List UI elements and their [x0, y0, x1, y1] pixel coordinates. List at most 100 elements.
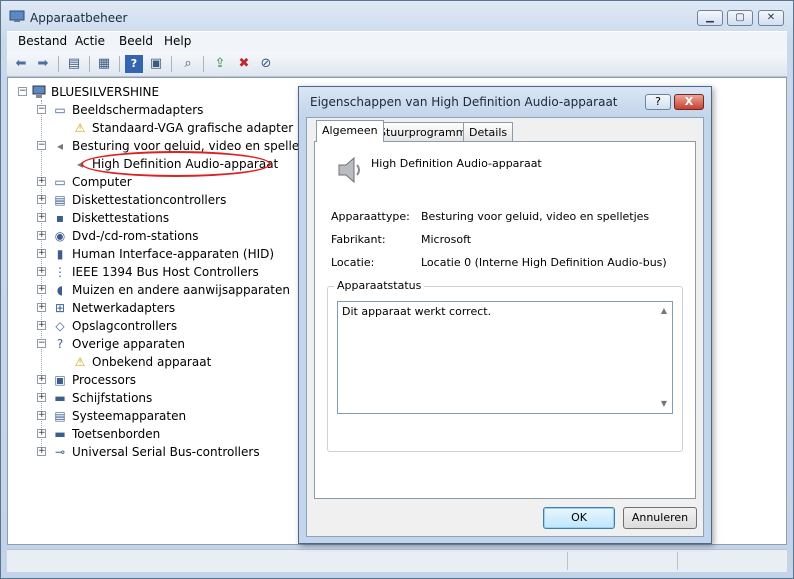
tree-item-label: Diskettestationcontrollers [72, 193, 227, 207]
tree-item-label: Dvd-/cd-rom-stations [72, 229, 199, 243]
tree-item-label: Processors [72, 373, 137, 387]
menu-bestand[interactable]: Bestand [18, 34, 67, 48]
collapse-icon[interactable]: − [37, 141, 46, 150]
status-textbox[interactable]: Dit apparaat werkt correct. ▲ ▼ [337, 301, 673, 414]
properties-dialog: Eigenschappen van High Definition Audio-… [298, 86, 712, 544]
menu-help[interactable]: Help [164, 34, 191, 48]
tree-item-label: IEEE 1394 Bus Host Controllers [72, 265, 259, 279]
expand-icon[interactable]: + [37, 411, 46, 420]
uninstall-icon[interactable]: ✖ [235, 55, 253, 73]
toolbar: ⬅ ➡ ▤ ▦ ? ▣ ⌕ ⇪ ✖ ⊘ [7, 52, 787, 77]
floppy-icon: ▪ [55, 211, 65, 225]
tree-item-label: Overige apparaten [72, 337, 185, 351]
toolbar-separator [58, 56, 59, 72]
scan-hardware-icon[interactable]: ⌕ [179, 55, 197, 73]
speaker-icon: ◂ [76, 157, 84, 171]
status-group-label: Apparaatstatus [334, 279, 425, 292]
other-devices-icon: ? [56, 337, 64, 351]
tree-line [41, 100, 42, 456]
expand-icon[interactable]: + [37, 321, 46, 330]
expand-icon[interactable]: + [37, 429, 46, 438]
tree-item-label: Standaard-VGA grafische adapter [92, 121, 294, 135]
tree-item-label: Toetsenborden [72, 427, 161, 441]
tree-item-label: Schijfstations [72, 391, 153, 405]
expand-icon[interactable]: + [37, 285, 46, 294]
tree-item-label: Universal Serial Bus-controllers [72, 445, 260, 459]
tree-item-label: Beeldschermadapters [72, 103, 204, 117]
expand-icon[interactable]: + [37, 393, 46, 402]
help-icon[interactable]: ? [125, 55, 143, 73]
ieee-icon: ⋮ [54, 265, 66, 279]
device-manager-icon [9, 10, 25, 22]
speaker-icon: ◂ [56, 139, 64, 153]
tree-item-label: Human Interface-apparaten (HID) [72, 247, 275, 261]
collapse-icon[interactable]: − [37, 339, 46, 348]
properties-icon[interactable]: ▦ [95, 55, 113, 73]
expand-icon[interactable]: + [37, 231, 46, 240]
toolbar-separator [89, 56, 90, 72]
tree-item-label: Onbekend apparaat [92, 355, 212, 369]
expand-icon[interactable]: + [37, 213, 46, 222]
expand-icon[interactable]: + [37, 267, 46, 276]
view-icon[interactable]: ▣ [147, 55, 165, 73]
tab-panel-algemeen: High Definition Audio-apparaat Apparaatt… [314, 141, 696, 499]
prop-value-manufacturer: Microsoft [421, 233, 472, 246]
toolbar-separator [171, 56, 172, 72]
scroll-up-icon[interactable]: ▲ [658, 305, 670, 317]
expand-icon[interactable]: + [37, 249, 46, 258]
back-icon[interactable]: ⬅ [12, 55, 30, 73]
warning-display-icon: ⚠ [74, 121, 86, 135]
expand-icon[interactable]: + [37, 195, 46, 204]
collapse-icon[interactable]: − [37, 105, 46, 114]
tree-root-label: BLUESILVERSHINE [51, 85, 160, 99]
menu-beeld[interactable]: Beeld [119, 34, 153, 48]
dialog-body: Algemeen Stuurprogramma Details High Def… [306, 117, 704, 537]
maximize-button[interactable]: ▢ [727, 10, 753, 26]
prop-value-location: Locatie 0 (Interne High Definition Audio… [421, 256, 667, 269]
dialog-title: Eigenschappen van High Definition Audio-… [310, 95, 618, 109]
expand-icon[interactable]: + [37, 447, 46, 456]
expand-icon[interactable]: + [37, 303, 46, 312]
menu-actie[interactable]: Actie [75, 34, 105, 48]
disable-icon[interactable]: ⊘ [257, 55, 275, 73]
computer-icon: ▭ [54, 175, 66, 189]
collapse-icon[interactable]: − [18, 87, 27, 96]
tree-item-label: Diskettestations [72, 211, 170, 225]
tab-details[interactable]: Details [463, 122, 514, 141]
tab-algemeen[interactable]: Algemeen [316, 120, 384, 142]
processor-icon: ▣ [54, 373, 66, 387]
prop-label-type: Apparaattype: [331, 210, 410, 223]
status-cell [677, 552, 786, 570]
window-title: Apparaatbeheer [30, 11, 128, 25]
device-name: High Definition Audio-apparaat [371, 157, 542, 170]
tree-item-label: Computer [72, 175, 132, 189]
update-driver-icon[interactable]: ⇪ [211, 55, 229, 73]
speaker-icon [338, 156, 360, 184]
tree-item-label: High Definition Audio-apparaat [92, 157, 279, 171]
show-hide-tree-icon[interactable]: ▤ [65, 55, 83, 73]
expand-icon[interactable]: + [37, 177, 46, 186]
warning-unknown-icon: ⚠ [74, 355, 86, 369]
cancel-button[interactable]: Annuleren [623, 507, 697, 529]
expand-icon[interactable]: + [37, 375, 46, 384]
storage-icon: ◇ [55, 319, 65, 333]
monitor-icon: ▭ [54, 103, 66, 117]
dialog-close-button[interactable]: X [674, 94, 704, 110]
forward-icon[interactable]: ➡ [34, 55, 52, 73]
dialog-help-button[interactable]: ? [645, 94, 671, 110]
status-cell [567, 552, 678, 570]
disk-icon: ▬ [54, 391, 66, 405]
tree-item-label: Muizen en andere aanwijsapparaten [72, 283, 290, 297]
prop-label-location: Locatie: [331, 256, 375, 269]
close-button[interactable]: ✕ [758, 10, 784, 26]
ok-button[interactable]: OK [543, 507, 615, 529]
tree-item-label: Opslagcontrollers [72, 319, 178, 333]
tree-item-label: Systeemapparaten [72, 409, 187, 423]
tree-item-label: Besturing voor geluid, video en spelletj… [72, 139, 321, 153]
scroll-down-icon[interactable]: ▼ [658, 398, 670, 410]
minimize-button[interactable]: ▁ [697, 10, 723, 26]
keyboard-icon: ▬ [54, 427, 66, 441]
dvd-icon: ◉ [54, 229, 66, 243]
title-bar[interactable]: Apparaatbeheer ▁ ▢ ✕ [1, 1, 793, 31]
status-group: Apparaatstatus Dit apparaat werkt correc… [327, 279, 683, 452]
